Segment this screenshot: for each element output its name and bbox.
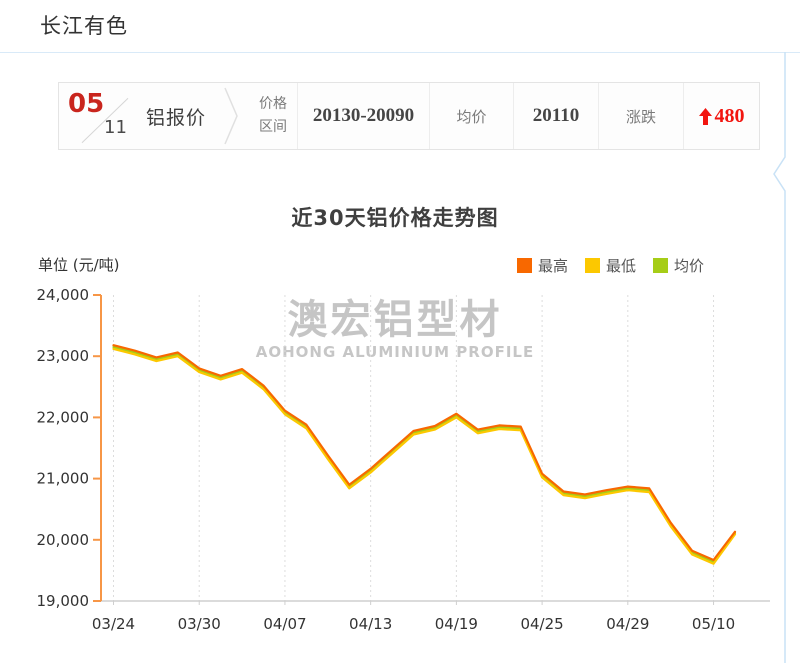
unit-label: 单位 (元/吨) — [38, 254, 120, 275]
line-avg — [114, 347, 735, 562]
legend-label-high: 最高 — [538, 255, 568, 276]
price-range-value: 20130-20090 — [297, 83, 429, 149]
x-axis-label: 04/13 — [349, 615, 392, 633]
legend-label-low: 最低 — [606, 255, 636, 276]
x-axis-label: 04/07 — [263, 615, 306, 633]
legend-item-avg[interactable]: 均价 — [653, 255, 704, 276]
y-axis-label: 22,000 — [37, 408, 90, 426]
y-axis-label: 19,000 — [37, 592, 90, 610]
legend-swatch-high — [517, 258, 532, 273]
chevron-right-icon — [215, 83, 249, 149]
quote-date: 05 11 — [59, 83, 137, 149]
line-high — [114, 345, 735, 560]
change-amount: 480 — [715, 105, 745, 128]
up-arrow-icon — [699, 108, 712, 125]
y-axis-label: 21,000 — [37, 470, 90, 488]
panel-top-border — [0, 52, 800, 53]
legend-label-avg: 均价 — [674, 255, 704, 276]
legend-item-low[interactable]: 最低 — [585, 255, 636, 276]
legend-swatch-avg — [653, 258, 668, 273]
change-label: 涨跌 — [598, 83, 683, 149]
y-axis-label: 20,000 — [37, 531, 90, 549]
legend: 最高 最低 均价 — [517, 255, 704, 276]
change-value: 480 — [683, 83, 759, 149]
price-trend-chart: 03/24 03/30 04/07 04/13 04/19 04/25 04/29 05/10… — [30, 280, 790, 663]
line-low — [114, 349, 735, 564]
product-label: 铝报价 — [137, 83, 215, 149]
chart-title: 近30天铝价格走势图 — [0, 202, 790, 232]
x-axis-label: 03/24 — [92, 615, 135, 633]
average-price-label: 均价 — [429, 83, 513, 149]
average-price-value: 20110 — [513, 83, 598, 149]
quote-date-day: 11 — [104, 117, 127, 138]
legend-swatch-low — [585, 258, 600, 273]
quote-date-month: 05 — [68, 89, 104, 119]
legend-item-high[interactable]: 最高 — [517, 255, 568, 276]
price-range-label: 价格 区间 — [249, 83, 297, 149]
y-axis-label: 23,000 — [37, 347, 90, 365]
x-axis-label: 03/30 — [178, 615, 221, 633]
x-axis-label: 05/10 — [692, 615, 735, 633]
y-axis-label: 24,000 — [37, 286, 90, 304]
page-title: 长江有色 — [40, 10, 128, 40]
x-axis-label: 04/29 — [606, 615, 649, 633]
aluminium-quote-bar[interactable]: 05 11 铝报价 价格 区间 20130-20090 均价 20110 涨跌 … — [58, 82, 760, 150]
x-axis-label: 04/19 — [435, 615, 478, 633]
x-axis-label: 04/25 — [520, 615, 563, 633]
